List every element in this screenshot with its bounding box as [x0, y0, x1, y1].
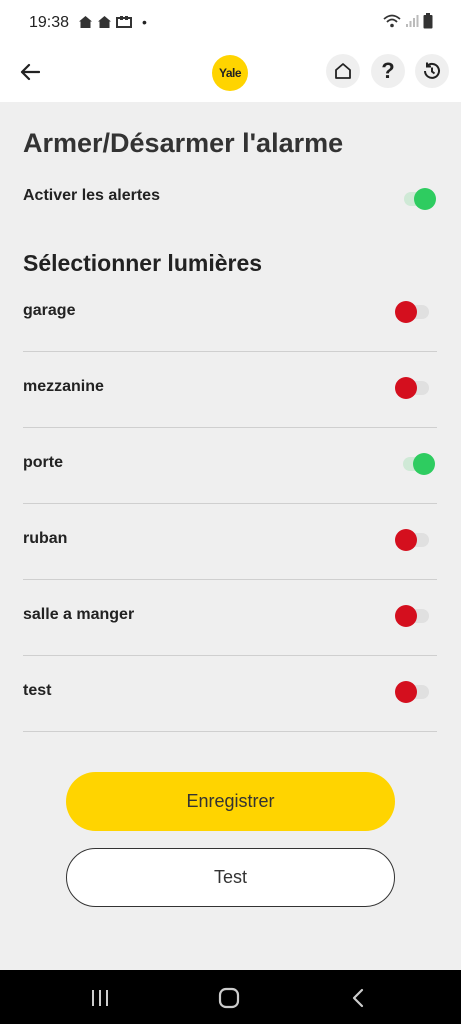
light-toggle-mezzanine[interactable]	[395, 377, 429, 399]
history-icon	[424, 62, 440, 79]
toggle-knob	[395, 529, 417, 551]
battery-icon	[423, 13, 433, 29]
test-button[interactable]: Test	[66, 848, 395, 907]
yale-logo: Yale	[212, 55, 248, 91]
home-notification-icon	[79, 16, 92, 28]
home-icon	[335, 63, 351, 79]
nav-home-button[interactable]	[214, 984, 244, 1012]
wifi-icon	[383, 14, 401, 28]
status-bar: 19:38 •	[0, 0, 461, 44]
status-notifications: •	[78, 14, 147, 30]
status-time: 19:38	[29, 14, 70, 31]
recent-apps-icon	[92, 990, 108, 1006]
toggle-knob	[395, 605, 417, 627]
light-label: porte	[23, 454, 63, 471]
toggle-knob	[395, 681, 417, 703]
page-title: Armer/Désarmer l'alarme	[23, 128, 344, 158]
light-label: mezzanine	[23, 378, 104, 395]
alerts-toggle[interactable]	[404, 188, 436, 210]
help-button[interactable]: ?	[371, 54, 405, 88]
light-list: garage mezzanine porte ruban salle a man…	[23, 276, 437, 732]
light-row-porte: porte	[23, 428, 437, 504]
toggle-knob	[414, 188, 436, 210]
toggle-knob	[395, 377, 417, 399]
light-label: test	[23, 682, 52, 699]
section-title: Sélectionner lumières	[23, 250, 263, 276]
app-notification-icon	[116, 16, 132, 28]
back-arrow-icon	[20, 63, 40, 81]
light-label: salle a manger	[23, 606, 135, 623]
history-button[interactable]	[415, 54, 449, 88]
back-button[interactable]	[14, 56, 46, 88]
light-row-ruban: ruban	[23, 504, 437, 580]
help-icon: ?	[381, 58, 395, 83]
light-row-salle-a-manger: salle a manger	[23, 580, 437, 656]
light-row-test: test	[23, 656, 437, 732]
light-label: ruban	[23, 530, 68, 547]
light-row-mezzanine: mezzanine	[23, 352, 437, 428]
nav-home-icon	[218, 987, 240, 1009]
light-toggle-garage[interactable]	[395, 301, 429, 323]
light-toggle-ruban[interactable]	[395, 529, 429, 551]
alerts-label: Activer les alertes	[23, 187, 160, 204]
toggle-knob	[413, 453, 435, 475]
recent-apps-button[interactable]	[85, 984, 115, 1012]
alerts-row: Activer les alertes	[23, 184, 438, 214]
nav-back-button[interactable]	[343, 984, 373, 1012]
system-nav-bar	[0, 970, 461, 1024]
light-toggle-salle-a-manger[interactable]	[395, 605, 429, 627]
light-label: garage	[23, 302, 76, 319]
nav-back-icon	[352, 988, 364, 1008]
app-bar: Yale ?	[0, 44, 461, 102]
status-more-dot: •	[142, 14, 147, 30]
light-row-garage: garage	[23, 276, 437, 352]
light-toggle-test[interactable]	[395, 681, 429, 703]
signal-icon	[406, 15, 419, 27]
home-button[interactable]	[326, 54, 360, 88]
toggle-knob	[395, 301, 417, 323]
save-button[interactable]: Enregistrer	[66, 772, 395, 831]
home-notification-icon	[98, 16, 111, 28]
light-toggle-porte[interactable]	[403, 453, 435, 475]
status-system-icons	[383, 13, 433, 29]
